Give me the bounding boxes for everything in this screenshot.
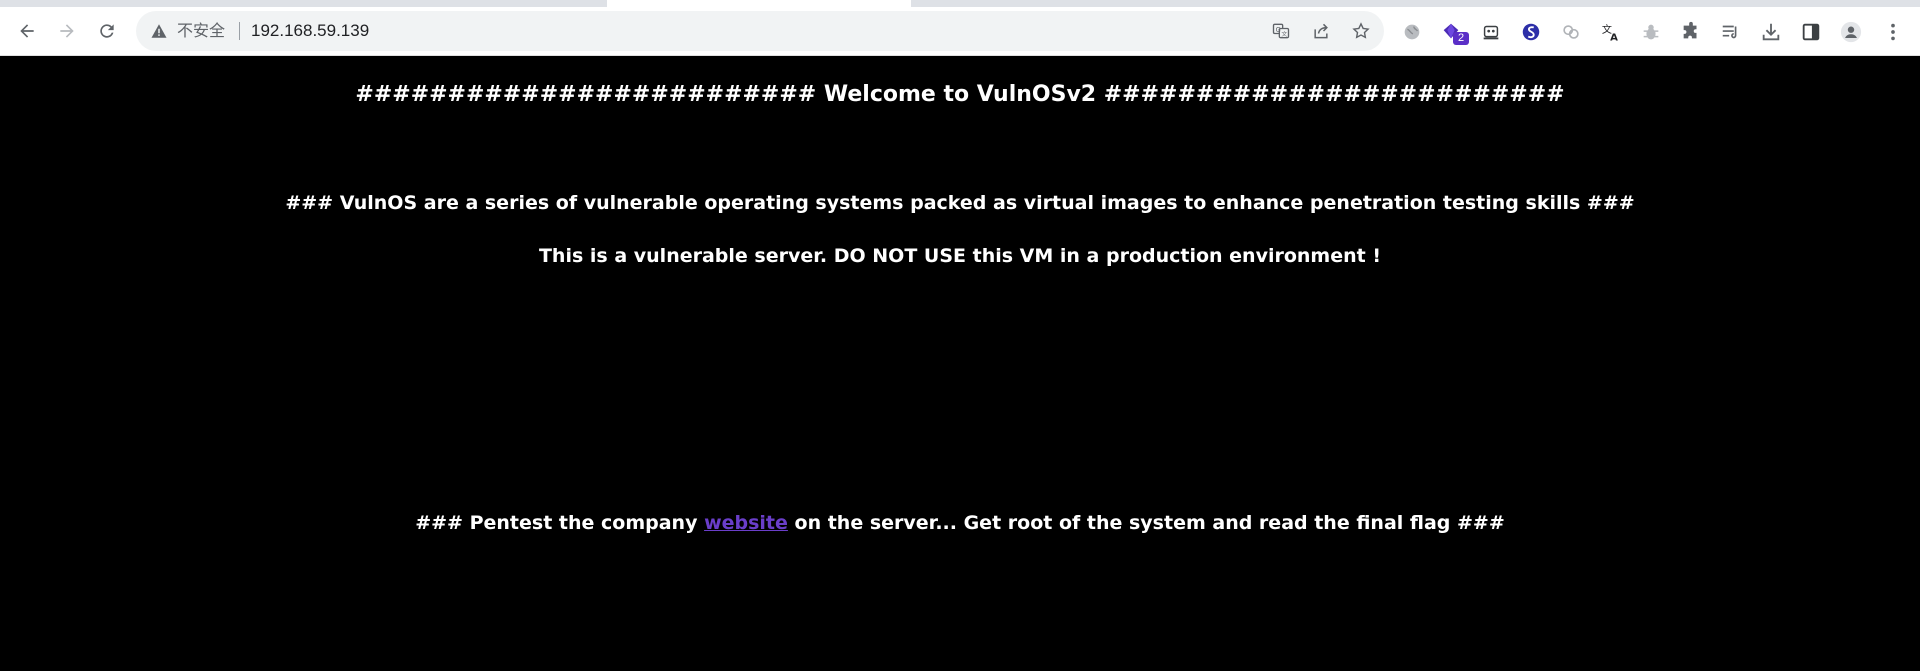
bookmark-button[interactable] <box>1351 21 1371 41</box>
link-extension[interactable] <box>1560 21 1582 43</box>
s-logo-extension[interactable] <box>1520 21 1542 43</box>
reload-icon <box>100 24 114 38</box>
instructions-prefix: ### Pentest the company <box>415 512 705 534</box>
website-link[interactable]: website <box>704 512 788 534</box>
share-button[interactable] <box>1311 21 1331 41</box>
extensions-button[interactable] <box>1680 21 1702 43</box>
side-panel-button[interactable] <box>1800 21 1822 43</box>
globe-icon <box>1404 24 1420 40</box>
svg-text:G: G <box>1276 26 1281 34</box>
more-menu-icon <box>1891 23 1895 41</box>
robot-extension-icon <box>1483 25 1499 40</box>
share-icon <box>1314 23 1328 39</box>
security-label[interactable]: 不安全 <box>177 20 225 42</box>
reload-button[interactable] <box>92 16 122 46</box>
instructions-suffix: on the server... Get root of the system … <box>787 512 1505 534</box>
translate-extension-icon: 文 A <box>1602 23 1618 43</box>
bug-extension[interactable] <box>1640 21 1662 43</box>
page-content: ######################### Welcome to Vul… <box>0 56 1920 671</box>
menu-button[interactable] <box>1882 21 1904 43</box>
warning-icon <box>151 24 167 38</box>
back-button[interactable] <box>12 16 42 46</box>
puzzle-extensions-icon <box>1683 21 1697 39</box>
tab-strip <box>0 0 1920 7</box>
robot-extension[interactable] <box>1480 21 1502 43</box>
browser-toolbar: 不安全 192.168.59.139 G 文 2 文 A <box>0 7 1920 56</box>
instructions-text: ### Pentest the company website on the s… <box>0 510 1920 536</box>
extension-badge: 2 <box>1453 32 1469 45</box>
side-panel-icon <box>1802 23 1820 41</box>
page-title: ######################### Welcome to Vul… <box>355 82 1565 107</box>
address-bar[interactable]: 不安全 192.168.59.139 G 文 <box>136 11 1384 51</box>
globe-extension[interactable] <box>1401 21 1423 43</box>
bookmark-star-icon <box>1352 22 1370 39</box>
intro-text: ### VulnOS are a series of vulnerable op… <box>285 192 1635 214</box>
diamond-extension[interactable]: 2 <box>1440 21 1469 45</box>
active-tab[interactable] <box>607 0 911 7</box>
profile-button[interactable] <box>1840 21 1862 43</box>
warning-text: This is a vulnerable server. DO NOT USE … <box>538 245 1382 267</box>
svg-text:A: A <box>1610 32 1618 43</box>
forward-arrow-icon <box>60 24 74 38</box>
profile-avatar-icon <box>1840 21 1862 43</box>
s-logo-extension-icon <box>1522 23 1540 41</box>
url-text[interactable]: 192.168.59.139 <box>251 20 369 42</box>
omnibox-separator <box>239 22 240 40</box>
svg-text:文: 文 <box>1281 30 1287 38</box>
reading-list-button[interactable] <box>1720 21 1742 43</box>
translate-extension[interactable]: 文 A <box>1600 21 1622 43</box>
translate-page-button[interactable]: G 文 <box>1271 21 1291 41</box>
translate-page-icon: G 文 <box>1272 23 1290 39</box>
forward-button[interactable] <box>52 16 82 46</box>
reading-list-icon <box>1722 25 1737 39</box>
downloads-button[interactable] <box>1760 21 1782 43</box>
downloads-icon <box>1762 23 1780 41</box>
bug-extension-icon <box>1643 24 1659 40</box>
link-extension-icon <box>1563 25 1579 39</box>
back-arrow-icon <box>20 24 34 38</box>
